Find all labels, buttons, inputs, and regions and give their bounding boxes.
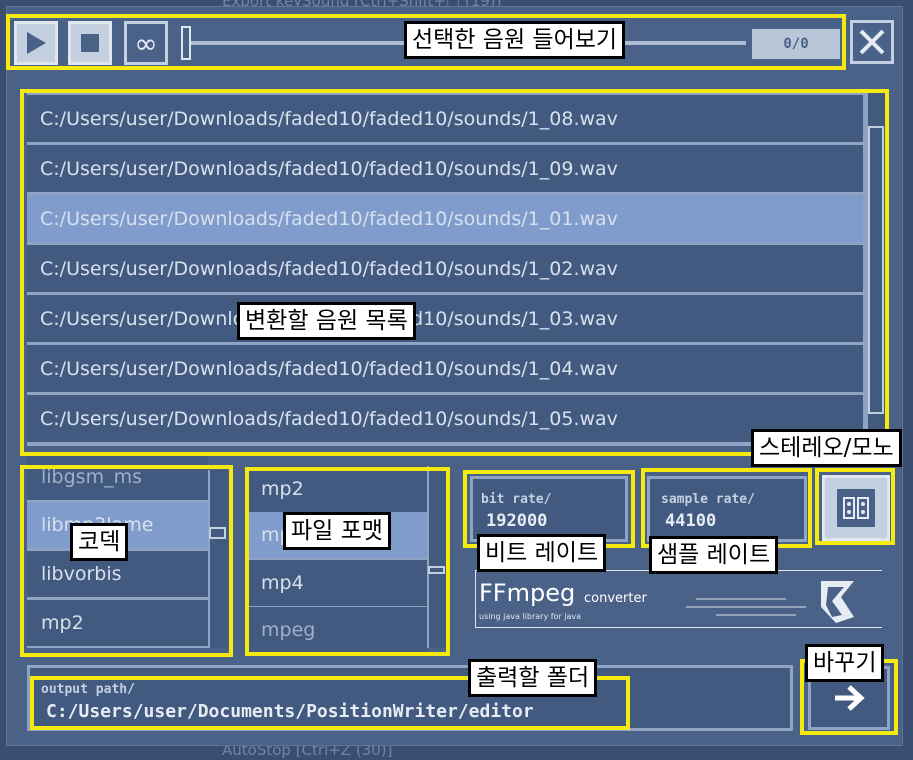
logo-tagline: using java library for java (479, 612, 582, 621)
annotation-stereo-mono: 스테레오/모노 (751, 429, 902, 467)
highlight-stereo (815, 468, 895, 545)
annotation-file-format: 파일 포맷 (283, 512, 391, 550)
annotation-file-list: 변환할 음원 목록 (237, 302, 416, 340)
annotation-output-folder: 출력할 폴더 (468, 659, 598, 697)
annotation-convert: 바꾸기 (805, 644, 885, 682)
ffmpeg-logo: FFmpeg converter using java library for … (475, 570, 882, 628)
highlight-format (245, 467, 450, 656)
logo-subtitle: converter (584, 591, 647, 606)
close-icon (859, 29, 885, 55)
annotation-codec: 코덱 (70, 523, 129, 561)
highlight-file-list (20, 89, 889, 456)
logo-decoration (686, 581, 854, 623)
annotation-bit-rate: 비트 레이트 (477, 534, 607, 572)
close-button[interactable] (850, 20, 894, 64)
annotation-preview: 선택한 음원 들어보기 (404, 21, 626, 59)
annotation-sample-rate: 샘플 레이트 (649, 536, 779, 574)
highlight-codec (20, 465, 233, 657)
logo-title: FFmpeg (479, 579, 576, 607)
